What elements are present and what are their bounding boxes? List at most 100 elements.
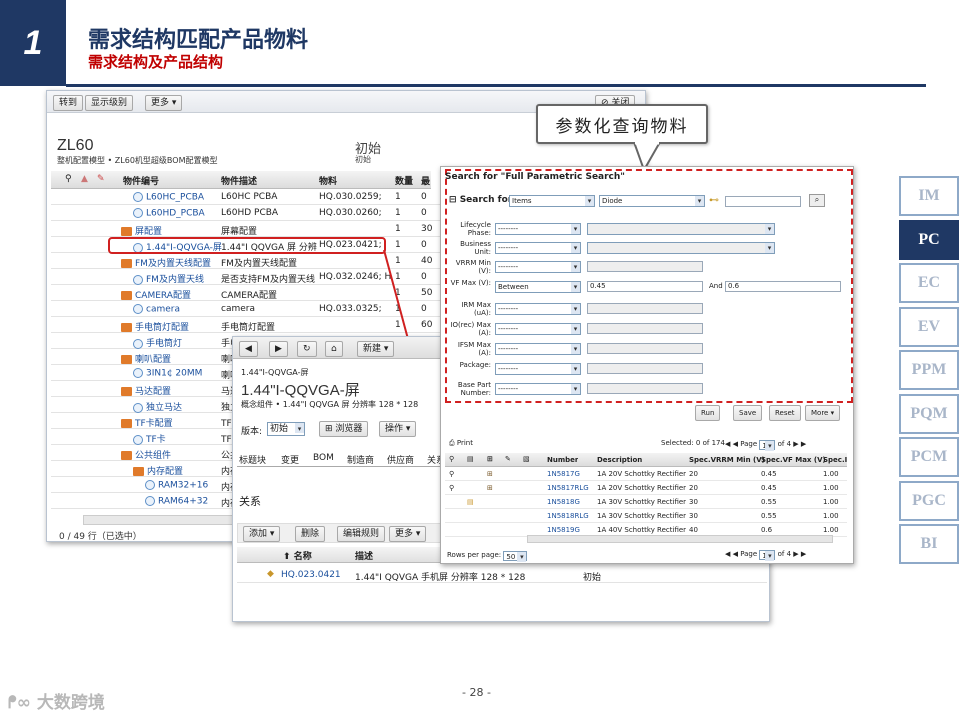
param-value-select[interactable] (587, 242, 775, 254)
rows-per-page-select[interactable]: 50 (503, 551, 528, 562)
col-vrrm[interactable]: Spec.VRRM Min (V) (689, 456, 765, 464)
sidebar-item-im[interactable]: IM (899, 176, 959, 216)
back-button[interactable]: ◀ (239, 341, 258, 357)
more-relations-label: 更多 (395, 529, 414, 539)
reset-button[interactable]: Reset (769, 405, 801, 421)
sidebar-item-pcm[interactable]: PCM (899, 437, 959, 477)
param-operator-select[interactable]: -------- (495, 242, 581, 254)
result-number[interactable]: 1N5818G (547, 498, 580, 506)
more-search-button[interactable]: More ▾ (805, 405, 841, 421)
tab-manufacturer[interactable]: 制造商 (347, 453, 374, 466)
results-scrollbar[interactable] (527, 535, 833, 543)
results-body: ⚲ ⊞ 1N5817G 1A 20V Schottky Rectifier 20 0… (445, 467, 847, 537)
save-button[interactable]: Save (733, 405, 763, 421)
search-icon: ⌕ (814, 195, 820, 204)
col-number[interactable]: Number (547, 456, 578, 464)
browser-button[interactable]: ⊞ 浏览器 (319, 421, 369, 437)
page-label-bottom: Page (740, 550, 758, 558)
run-button[interactable]: Run (695, 405, 721, 421)
tree-icon: ⊞ (487, 470, 493, 478)
search-text-input[interactable] (725, 196, 801, 207)
relation-name[interactable]: HQ.023.0421 (281, 570, 341, 580)
col-description[interactable]: Description (597, 456, 642, 464)
col-desc[interactable]: 描述 (355, 549, 373, 562)
sidebar-item-pgc[interactable]: PGC (899, 480, 959, 521)
sidebar-item-pqm[interactable]: PQM (899, 393, 959, 434)
param-operator-select[interactable]: -------- (495, 303, 581, 315)
search-button[interactable]: ⌕ (809, 194, 825, 207)
param-operator-select[interactable]: -------- (495, 223, 581, 235)
refresh-icon: ↻ (303, 344, 311, 354)
result-number[interactable]: 1N5817RLG (547, 484, 589, 492)
rows-per-page-label: Rows per page: 50 (447, 549, 528, 562)
attachment-col-icon: ⚲ (449, 455, 455, 463)
attachment-icon: ⚲ (449, 484, 455, 492)
result-desc: 1A 20V Schottky Rectifier (597, 484, 687, 492)
more-search-label: More (811, 409, 829, 417)
param-label: Base Part Number: (457, 381, 491, 397)
sidebar-item-ppm[interactable]: PPM (899, 350, 959, 390)
result-number[interactable]: 1N5819G (547, 526, 580, 534)
param-value-input[interactable] (587, 323, 703, 334)
print-link[interactable]: ⎙ Print (449, 439, 473, 448)
param-value-input[interactable] (587, 343, 703, 354)
new-button[interactable]: 新建 ▾ (357, 341, 395, 357)
filter-icon[interactable]: ⊷ (709, 195, 719, 206)
col-if[interactable]: Spec.IF (823, 456, 847, 464)
home-button[interactable]: ⌂ (325, 341, 343, 357)
param-operator-select[interactable]: -------- (495, 323, 581, 335)
param-max-input[interactable]: 0.6 (725, 281, 841, 292)
more-relations-button[interactable]: 更多 ▾ (389, 526, 427, 542)
delete-button[interactable]: 删除 (295, 526, 326, 542)
result-number[interactable]: 1N5817G (547, 470, 580, 478)
sidebar-item-bi[interactable]: BI (899, 524, 959, 564)
param-operator-select[interactable]: -------- (495, 383, 581, 395)
pager-bottom: ◀ ◀ Page 1 of 4 ▶ ▶ (725, 548, 806, 561)
version-select[interactable]: 初始 (267, 422, 305, 436)
param-min-input[interactable]: 0.45 (587, 281, 703, 292)
sidebar-item-pc[interactable]: PC (899, 219, 959, 260)
page-select-bottom[interactable]: 1 (759, 550, 776, 561)
tab-supplier[interactable]: 供应商 (387, 453, 414, 466)
param-operator-select[interactable]: -------- (495, 363, 581, 375)
tree-col-icon: ⊞ (487, 455, 493, 463)
tab-change[interactable]: 变更 (281, 453, 299, 466)
search-for-text: Search for (459, 195, 513, 205)
col-name[interactable]: ⬆ 名称 (283, 549, 312, 562)
sidebar-item-ec[interactable]: EC (899, 263, 959, 303)
page-select[interactable]: 1 (759, 440, 776, 451)
param-label: IRM Max (uA): (461, 301, 491, 317)
param-value-input[interactable] (587, 261, 703, 272)
result-row[interactable]: ▤ 1N5818G 1A 30V Schottky Rectifier 30 0.… (445, 495, 847, 509)
items-select[interactable]: Items (509, 195, 595, 207)
tab-title-block[interactable]: 标题块 (239, 453, 266, 466)
relation-section-title: 关系 (239, 495, 261, 508)
param-operator-select[interactable]: -------- (495, 343, 581, 355)
tab-bom[interactable]: BOM (313, 453, 334, 463)
result-row[interactable]: 1N5818RLG 1A 30V Schottky Rectifier 30 0… (445, 509, 847, 523)
relation-row[interactable]: ◆ HQ.023.0421 1.44"I QQVGA 手机屏 分辨率 128 *… (237, 567, 767, 583)
add-button[interactable]: 添加 ▾ (243, 526, 281, 542)
param-value-input[interactable] (587, 363, 703, 374)
forward-button[interactable]: ▶ (269, 341, 288, 357)
col-vf[interactable]: Spec.VF Max (V) (761, 456, 826, 464)
result-number[interactable]: 1N5818RLG (547, 512, 589, 520)
detail-breadcrumb: 1.44"I-QQVGA-屏 (241, 368, 309, 377)
page-of: of 4 (777, 440, 792, 448)
edit-rules-button[interactable]: 编辑规则 (337, 526, 386, 542)
result-if: 1.00 (823, 470, 839, 478)
param-value-select[interactable] (587, 223, 775, 235)
sidebar-item-ev[interactable]: EV (899, 306, 959, 347)
refresh-button[interactable]: ↻ (297, 341, 317, 357)
doc-icon: ▤ (467, 498, 474, 506)
back-icon: ◀ (245, 344, 252, 354)
param-operator-select[interactable]: -------- (495, 261, 581, 273)
selected-count: Selected: 0 of 174 (661, 439, 725, 447)
param-operator-select[interactable]: Between (495, 281, 581, 293)
result-row[interactable]: ⚲ ⊞ 1N5817G 1A 20V Schottky Rectifier 20 0… (445, 467, 847, 481)
action-button[interactable]: 操作 ▾ (379, 421, 417, 437)
result-row[interactable]: ⚲ ⊞ 1N5817RLG 1A 20V Schottky Rectifier 20… (445, 481, 847, 495)
param-value-input[interactable] (587, 303, 703, 314)
diode-select[interactable]: Diode (599, 195, 705, 207)
param-value-input[interactable] (587, 383, 703, 394)
